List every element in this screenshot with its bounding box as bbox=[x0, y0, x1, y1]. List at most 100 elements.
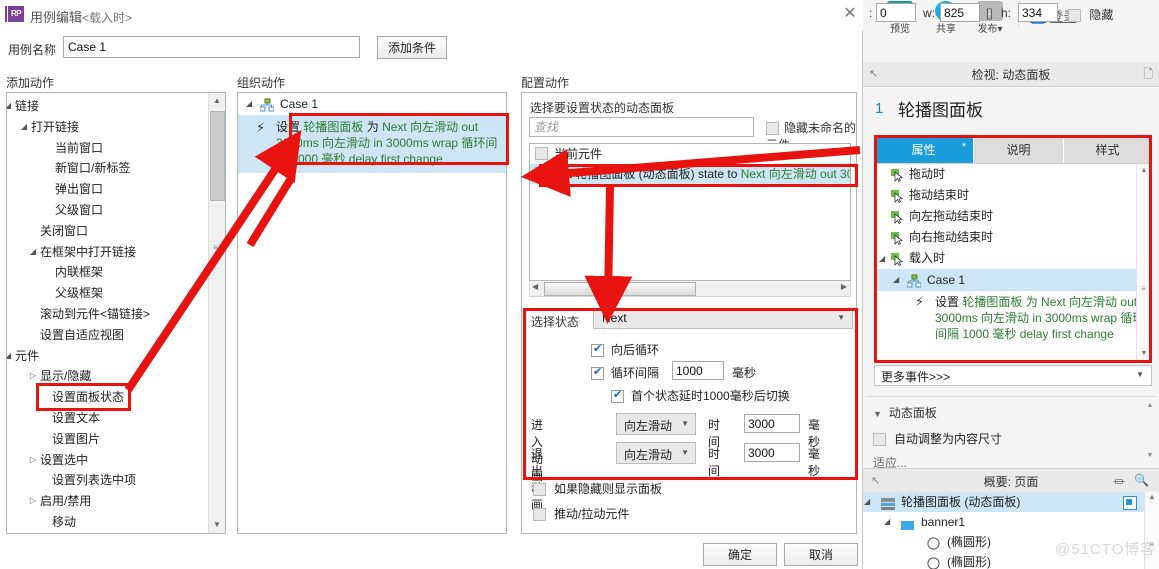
push-pull-row[interactable]: 推动/拉动元件 bbox=[533, 505, 629, 522]
scroll-up-icon[interactable]: ▲ bbox=[1145, 492, 1159, 504]
enter-animation-dropdown[interactable]: 向左滑动 ▼ bbox=[616, 413, 696, 435]
scroll-up-icon[interactable]: ▲ bbox=[209, 93, 225, 109]
twisty-icon[interactable]: ◢ bbox=[879, 248, 885, 269]
scroll-left-icon[interactable]: ◀ bbox=[532, 282, 538, 291]
carousel-panel-checkbox[interactable] bbox=[535, 165, 548, 185]
twisty-icon[interactable]: ◢ bbox=[7, 346, 14, 367]
tree-item[interactable]: 设置面板状态 bbox=[7, 387, 210, 408]
event-case-action[interactable]: ⚡ 设置 轮播图面板 为 Next 向左滑动 out 3000ms 向左滑动 i… bbox=[875, 291, 1151, 346]
h-input[interactable] bbox=[1018, 3, 1058, 22]
scroll-up-icon[interactable]: ▲ bbox=[1137, 164, 1151, 177]
hide-unnamed-checkbox[interactable] bbox=[766, 122, 779, 136]
outline-item[interactable]: ◢ 轮播图面板 (动态面板) bbox=[863, 492, 1159, 512]
panel-list-hscrollbar[interactable]: ◀ ||| ▶ bbox=[529, 281, 851, 297]
tree-item[interactable]: 设置列表选中项 bbox=[7, 470, 210, 491]
auto-fit-row[interactable]: 自动调整为内容尺寸 bbox=[873, 430, 1002, 447]
y-input[interactable] bbox=[876, 3, 916, 22]
tree-item[interactable]: 滚动到元件<锚链接> bbox=[7, 304, 210, 325]
exit-animation-dropdown[interactable]: 向左滑动 ▼ bbox=[616, 442, 696, 464]
tab-style[interactable]: 样式 bbox=[1064, 138, 1152, 163]
outline-item[interactable]: ◢ banner1 bbox=[863, 512, 1159, 532]
tree-item[interactable]: ▷ 启用/禁用 bbox=[7, 491, 210, 512]
organize-case-row[interactable]: ◢ Case 1 bbox=[238, 93, 506, 115]
first-delay-checkbox[interactable] bbox=[611, 388, 624, 404]
tree-item[interactable]: ◢ 打开链接 bbox=[7, 117, 210, 138]
twisty-icon[interactable]: ▷ bbox=[27, 491, 39, 512]
event-item[interactable]: 拖动时 bbox=[875, 164, 1151, 185]
tree-item[interactable]: 弹出窗口 bbox=[7, 179, 210, 200]
tree-item[interactable]: 关闭窗口 bbox=[7, 221, 210, 242]
event-item[interactable]: 拖动结束时 bbox=[875, 185, 1151, 206]
event-case-row[interactable]: ◢ Case 1 bbox=[875, 269, 1151, 291]
tree-item[interactable]: ◢链接 bbox=[7, 96, 210, 117]
scroll-down-icon[interactable]: ▼ bbox=[209, 517, 225, 533]
chevron-down-icon[interactable]: ▼ bbox=[1136, 370, 1144, 379]
loop-interval-checkbox[interactable] bbox=[591, 365, 604, 381]
event-list-scrollbar[interactable]: ▲ ≡ ▼ bbox=[1136, 164, 1151, 360]
properties-scrollbar[interactable]: ▲ ▼ bbox=[1144, 400, 1156, 462]
list-item-current-widget[interactable]: 当前元件 bbox=[530, 144, 850, 164]
event-item[interactable]: 向左拖动结束时 bbox=[875, 206, 1151, 227]
twisty-icon[interactable]: ◢ bbox=[884, 512, 890, 532]
search-icon[interactable]: 🔍 bbox=[1134, 473, 1149, 487]
tree-item[interactable]: ▷ 显示/隐藏 bbox=[7, 366, 210, 387]
hscroll-thumb[interactable] bbox=[544, 282, 696, 296]
scroll-right-icon[interactable]: ▶ bbox=[841, 282, 847, 291]
chevron-down-icon[interactable]: ◢ bbox=[893, 269, 899, 291]
loop-back-row[interactable]: 向后循环 bbox=[591, 341, 659, 358]
case-name-input[interactable] bbox=[63, 36, 360, 58]
loop-interval-input[interactable] bbox=[672, 361, 724, 380]
organize-action-item[interactable]: ⚡ 设置 轮播图面板 为 Next 向左滑动 out 3000ms 向左滑动 i… bbox=[238, 115, 506, 173]
twisty-icon[interactable]: ◢ bbox=[18, 117, 30, 138]
chevron-down-icon[interactable]: ▼ bbox=[837, 313, 845, 322]
tab-properties[interactable]: 属性 * bbox=[874, 138, 974, 163]
tree-item[interactable]: ◢ 在框架中打开链接 bbox=[7, 242, 210, 263]
twisty-icon[interactable]: ◢ bbox=[27, 242, 39, 263]
twisty-icon[interactable]: ▷ bbox=[27, 366, 39, 387]
first-delay-row[interactable]: 首个状态延时1000毫秒后切换 bbox=[611, 387, 790, 404]
scroll-down-icon[interactable]: ▼ bbox=[1144, 450, 1156, 462]
tree-item[interactable]: ◢元件 bbox=[7, 346, 210, 367]
cancel-button[interactable]: 取消 bbox=[784, 543, 858, 566]
exit-time-input[interactable] bbox=[744, 443, 800, 462]
event-item[interactable]: 向右拖动结束时 bbox=[875, 227, 1151, 248]
dynamic-panel-section-header[interactable]: ▼ 动态面板 bbox=[873, 404, 937, 421]
enter-time-input[interactable] bbox=[744, 414, 800, 433]
chevron-down-icon[interactable]: ▼ bbox=[681, 448, 689, 457]
event-item[interactable]: ◢ 载入时 bbox=[875, 248, 1151, 269]
loop-interval-row[interactable]: 循环间隔 bbox=[591, 364, 659, 381]
twisty-icon[interactable]: ◢ bbox=[864, 492, 870, 512]
action-tree[interactable]: ◢链接◢打开链接当前窗口新窗口/新标签弹出窗口父级窗口关闭窗口◢在框架中打开链接… bbox=[7, 93, 210, 533]
twisty-icon[interactable]: ◢ bbox=[7, 96, 14, 117]
tree-item[interactable]: 父级窗口 bbox=[7, 200, 210, 221]
tree-item[interactable]: 父级框架 bbox=[7, 283, 210, 304]
hidden-checkbox-row[interactable]: 隐藏 bbox=[1068, 6, 1113, 23]
action-tree-scrollbar[interactable]: ▲ ≡ ▼ bbox=[208, 93, 225, 533]
push-pull-checkbox[interactable] bbox=[533, 508, 546, 522]
scroll-thumb[interactable] bbox=[210, 111, 225, 201]
ok-button[interactable]: 确定 bbox=[703, 543, 777, 566]
scroll-down-icon[interactable]: ▼ bbox=[1137, 347, 1151, 360]
outline-visibility-checkbox[interactable] bbox=[1123, 496, 1137, 510]
auto-fit-checkbox[interactable] bbox=[873, 433, 886, 447]
tree-item[interactable]: 当前窗口 bbox=[7, 138, 210, 159]
tree-item[interactable]: 内联框架 bbox=[7, 262, 210, 283]
chevron-down-icon[interactable]: ▼ bbox=[873, 409, 882, 419]
hidden-checkbox[interactable] bbox=[1068, 9, 1081, 23]
tree-item[interactable]: ▷ 设置选中 bbox=[7, 450, 210, 471]
current-widget-checkbox[interactable] bbox=[535, 147, 548, 160]
loop-back-checkbox[interactable] bbox=[591, 342, 604, 358]
w-input[interactable] bbox=[940, 3, 980, 22]
link-ratio-icon[interactable]: [] bbox=[986, 6, 993, 20]
dynamic-panel-list[interactable]: 当前元件 Set 轮播图面板 (动态面板) state to Next 向左滑动… bbox=[529, 143, 851, 281]
select-state-dropdown[interactable]: Next ▼ bbox=[593, 308, 853, 329]
chevron-down-icon[interactable]: ▼ bbox=[681, 419, 689, 428]
tab-notes[interactable]: 说明 bbox=[974, 138, 1064, 163]
close-icon[interactable]: ✕ bbox=[840, 4, 860, 24]
panel-search-input[interactable] bbox=[529, 117, 754, 137]
tree-item[interactable]: 设置图片 bbox=[7, 429, 210, 450]
twisty-icon[interactable]: ▷ bbox=[27, 450, 39, 471]
tree-item[interactable]: 新窗口/新标签 bbox=[7, 158, 210, 179]
add-condition-button[interactable]: 添加条件 bbox=[377, 36, 447, 59]
show-if-hidden-row[interactable]: 如果隐藏则显示面板 bbox=[533, 480, 662, 497]
